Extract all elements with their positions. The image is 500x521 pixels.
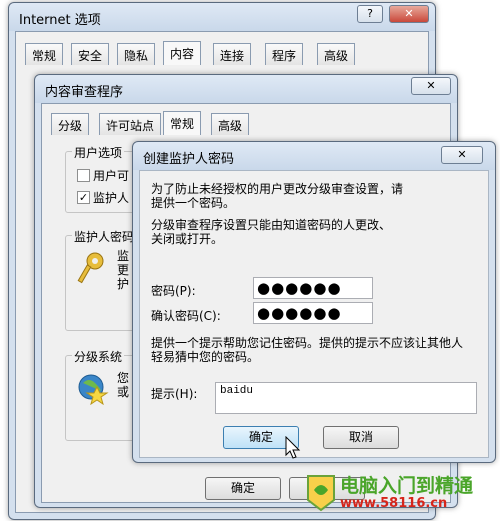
cancel-button[interactable]: 取消 <box>323 426 399 449</box>
tab-ca-advanced[interactable]: 高级 <box>211 113 250 135</box>
password-input[interactable]: ●●●●●● <box>253 277 373 299</box>
tab-programs[interactable]: 程序 <box>265 43 304 65</box>
confirm-password-label: 确认密码(C): <box>151 309 221 323</box>
globe-certificate-icon <box>78 374 109 405</box>
mouse-cursor-icon <box>285 436 301 459</box>
tab-ca-general[interactable]: 常规 <box>163 111 202 135</box>
intro-text: 为了防止未经授权的用户更改分级审查设置，请提供一个密码。 <box>151 182 404 210</box>
user-options-label: 用户选项 <box>72 144 125 161</box>
tab-privacy[interactable]: 隐私 <box>117 43 156 65</box>
option1-label: 用户可 <box>93 169 130 183</box>
watermark-logo-icon <box>307 475 335 512</box>
option2-label: 监护人 <box>93 191 130 205</box>
content-advisor-title: 内容审查程序 <box>45 85 124 100</box>
content-advisor-close-button[interactable]: ✕ <box>411 77 451 95</box>
create-password-close-button[interactable]: ✕ <box>441 146 483 164</box>
hint-info-text: 提供一个提示帮助您记住密码。提供的提示不应该让其他人轻易猜中您的密码。 <box>151 336 464 364</box>
watermark-url: www.58116.cn <box>340 496 448 511</box>
password-label: 密码(P): <box>151 284 196 298</box>
close-button[interactable]: ✕ <box>389 5 429 23</box>
tab-advanced[interactable]: 高级 <box>317 43 356 65</box>
ratings-label: 分级系统 <box>72 348 125 365</box>
hint-input[interactable]: baidu <box>215 382 477 414</box>
key-icon <box>77 252 104 284</box>
window-title: Internet 选项 <box>19 13 101 28</box>
supervisor-label: 监护人密码 <box>72 228 137 245</box>
hint-label: 提示(H): <box>151 387 198 401</box>
confirm-password-input[interactable]: ●●●●●● <box>253 302 373 324</box>
ratings-text-2: 或 <box>117 385 130 399</box>
tab-general[interactable]: 常规 <box>25 43 64 65</box>
watermark-title: 电脑入门到精通 <box>340 475 474 497</box>
option2-checkbox[interactable]: ✓ <box>77 191 90 204</box>
supervisor-text-3: 护 <box>117 277 130 291</box>
tab-content[interactable]: 内容 <box>163 41 202 65</box>
create-password-dialog: 创建监护人密码 ✕ 为了防止未经授权的用户更改分级审查设置，请提供一个密码。 分… <box>132 141 496 463</box>
help-button[interactable]: ? <box>357 5 383 23</box>
info-text: 分级审查程序设置只能由知道密码的人更改、关闭或打开。 <box>151 218 392 246</box>
tab-security[interactable]: 安全 <box>71 43 110 65</box>
tab-approved-sites[interactable]: 许可站点 <box>99 113 162 135</box>
content-advisor-ok-button[interactable]: 确定 <box>205 477 281 500</box>
tab-ratings[interactable]: 分级 <box>51 113 90 135</box>
option1-checkbox[interactable] <box>77 169 90 182</box>
tab-connections[interactable]: 连接 <box>213 43 252 65</box>
create-password-title: 创建监护人密码 <box>143 152 235 167</box>
